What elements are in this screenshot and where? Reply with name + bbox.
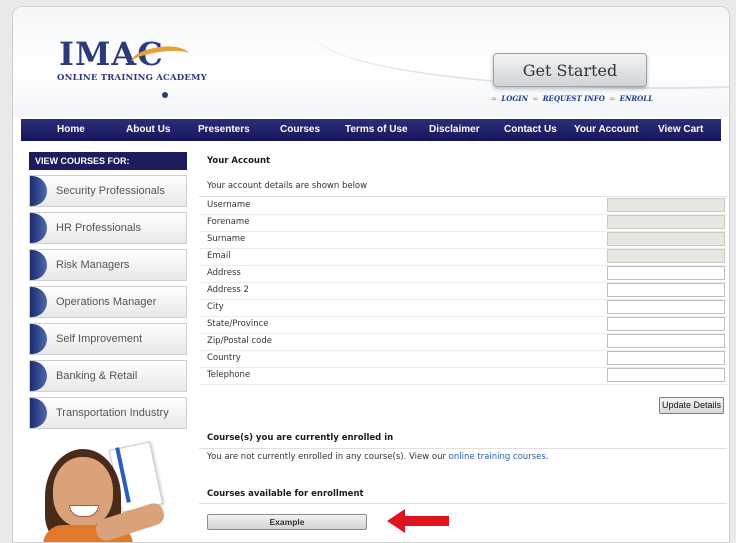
available-title: Courses available for enrollment: [207, 489, 364, 499]
sidebar-item-label: Operations Manager: [56, 296, 157, 308]
nav-home[interactable]: Home: [57, 124, 85, 135]
update-details-button[interactable]: Update Details: [659, 397, 725, 414]
sidebar-tab-icon: [30, 287, 47, 317]
field-row-forename: Forename: [199, 214, 727, 232]
nav-disclaimer[interactable]: Disclaimer: [429, 124, 480, 135]
field-row-address-2: Address 2: [199, 282, 727, 300]
quick-links: = LOGIN = REQUEST INFO = ENROLL: [489, 94, 653, 103]
field-row-username: Username: [199, 197, 727, 215]
zip-field[interactable]: [607, 334, 725, 348]
field-label: Zip/Postal code: [207, 336, 272, 346]
page-frame: IMAC ONLINE TRAINING ACADEMY Get Started…: [12, 6, 730, 543]
address-2-field[interactable]: [607, 283, 725, 297]
account-intro: Your account details are shown below: [207, 181, 368, 191]
sidebar-item-label: Transportation Industry: [56, 407, 169, 419]
account-title: Your Account: [207, 156, 271, 166]
example-course-button[interactable]: Example: [207, 514, 367, 530]
field-row-city: City: [199, 299, 727, 317]
field-label: Address 2: [207, 285, 249, 295]
promo-image: [35, 427, 185, 542]
sidebar-item-label: Banking & Retail: [56, 370, 138, 382]
field-row-country: Country: [199, 350, 727, 368]
field-label: Email: [207, 251, 231, 261]
sidebar-item-transportation-industry[interactable]: Transportation Industry: [29, 397, 187, 429]
request-info-link[interactable]: REQUEST INFO: [543, 94, 605, 103]
nav-contact-us[interactable]: Contact Us: [504, 124, 557, 135]
sidebar-tab-icon: [30, 213, 47, 243]
enroll-link[interactable]: ENROLL: [620, 94, 654, 103]
divider: [199, 448, 727, 449]
sidebar-item-label: Risk Managers: [56, 259, 130, 271]
quick-link-separator: =: [532, 94, 539, 103]
sidebar-item-risk-managers[interactable]: Risk Managers: [29, 249, 187, 281]
enrolled-title: Course(s) you are currently enrolled in: [207, 433, 394, 443]
nav-view-cart[interactable]: View Cart: [658, 124, 703, 135]
sidebar-tab-icon: [30, 324, 47, 354]
state-field[interactable]: [607, 317, 725, 331]
sidebar-item-self-improvement[interactable]: Self Improvement: [29, 323, 187, 355]
field-label: Address: [207, 268, 241, 278]
divider: [199, 503, 727, 504]
enrolled-text-end: .: [545, 452, 549, 462]
email-field[interactable]: [607, 249, 725, 263]
sidebar-item-label: Security Professionals: [56, 185, 165, 197]
field-label: State/Province: [207, 319, 269, 329]
field-row-address: Address: [199, 265, 727, 283]
main-nav: Home About Us Presenters Courses Terms o…: [21, 119, 721, 141]
telephone-field[interactable]: [607, 368, 725, 382]
field-label: Country: [207, 353, 241, 363]
sidebar-item-operations-manager[interactable]: Operations Manager: [29, 286, 187, 318]
username-field[interactable]: [607, 198, 725, 212]
quick-link-separator: =: [609, 94, 616, 103]
sidebar-item-banking-retail[interactable]: Banking & Retail: [29, 360, 187, 392]
online-training-courses-link[interactable]: online training courses: [449, 452, 546, 462]
field-row-email: Email: [199, 248, 727, 266]
get-started-button[interactable]: Get Started: [493, 53, 647, 87]
city-field[interactable]: [607, 300, 725, 314]
sidebar-item-label: HR Professionals: [56, 222, 141, 234]
login-link[interactable]: LOGIN: [501, 94, 528, 103]
field-row-surname: Surname: [199, 231, 727, 249]
field-label: City: [207, 302, 224, 312]
field-row-zip: Zip/Postal code: [199, 333, 727, 351]
red-arrow-icon: [387, 509, 449, 533]
field-label: Forename: [207, 217, 250, 227]
forename-field[interactable]: [607, 215, 725, 229]
field-row-telephone: Telephone: [199, 367, 727, 385]
nav-presenters[interactable]: Presenters: [198, 124, 250, 135]
sidebar-tab-icon: [30, 176, 47, 206]
nav-your-account[interactable]: Your Account: [574, 124, 638, 135]
address-field[interactable]: [607, 266, 725, 280]
sidebar-item-security-professionals[interactable]: Security Professionals: [29, 175, 187, 207]
site-header: IMAC ONLINE TRAINING ACADEMY Get Started…: [13, 7, 729, 117]
field-label: Username: [207, 200, 251, 210]
course-sidebar: VIEW COURSES FOR: Security Professionals…: [29, 152, 187, 429]
sidebar-heading: VIEW COURSES FOR:: [29, 152, 187, 170]
country-field[interactable]: [607, 351, 725, 365]
enrolled-text: You are not currently enrolled in any co…: [207, 452, 449, 462]
field-label: Telephone: [207, 370, 251, 380]
field-row-state: State/Province: [199, 316, 727, 334]
surname-field[interactable]: [607, 232, 725, 246]
nav-terms-of-use[interactable]: Terms of Use: [345, 124, 408, 135]
quick-link-separator: =: [491, 94, 497, 103]
sidebar-item-label: Self Improvement: [56, 333, 143, 345]
enrolled-message: You are not currently enrolled in any co…: [207, 452, 548, 462]
nav-courses[interactable]: Courses: [280, 124, 320, 135]
nav-about-us[interactable]: About Us: [126, 124, 170, 135]
sidebar-tab-icon: [30, 398, 47, 428]
logo-dot-icon: [162, 92, 168, 98]
field-label: Surname: [207, 234, 246, 244]
sidebar-tab-icon: [30, 361, 47, 391]
logo-subtitle: ONLINE TRAINING ACADEMY: [57, 73, 207, 83]
sidebar-item-hr-professionals[interactable]: HR Professionals: [29, 212, 187, 244]
sidebar-tab-icon: [30, 250, 47, 280]
